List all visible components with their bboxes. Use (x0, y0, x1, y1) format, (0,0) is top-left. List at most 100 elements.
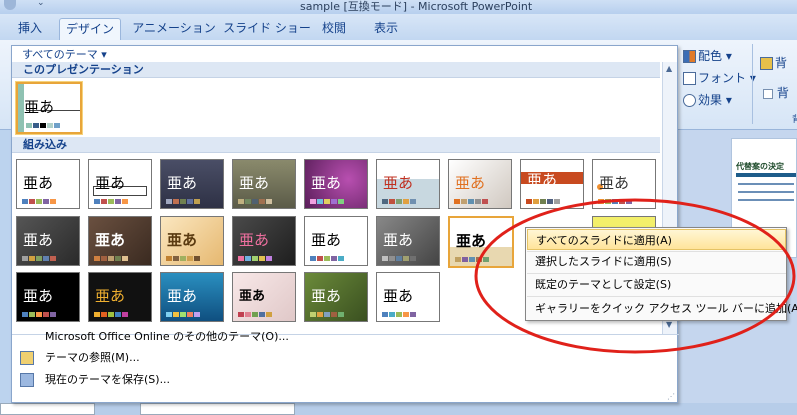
theme-sample-text: 亜あ (383, 174, 414, 192)
theme-sample-text: 亜あ (24, 98, 55, 116)
theme-sample-text: 亜あ (311, 231, 342, 249)
section-this-presentation: このプレゼンテーション (12, 62, 660, 78)
theme-swatches (166, 199, 200, 204)
theme-sample-text: 亜あ (23, 231, 54, 249)
add-gallery-to-qat-item[interactable]: ギャラリーをクイック アクセス ツール バーに追加(A) (527, 298, 797, 319)
folder-icon (20, 351, 34, 365)
ribbon-separator (752, 44, 753, 124)
theme-swatches (310, 312, 344, 317)
theme-thumbnail[interactable]: 亜あ (88, 159, 152, 209)
theme-thumbnail[interactable]: 亜あ (232, 159, 296, 209)
effects-button[interactable]: 効果 ▾ (683, 91, 732, 108)
theme-swatches (26, 123, 60, 128)
title-bar: ⌄ sample [互換モード] - Microsoft PowerPoint (0, 0, 797, 14)
theme-thumbnail[interactable]: 亜あ (304, 216, 368, 266)
theme-thumbnail[interactable]: 亜あ (592, 159, 656, 209)
status-strip (0, 403, 797, 415)
theme-sample-text: 亜あ (311, 287, 342, 305)
theme-swatches (94, 256, 128, 261)
theme-thumbnail[interactable]: 亜あ (520, 159, 584, 209)
theme-swatches (166, 312, 200, 317)
fonts-button[interactable]: フォント ▾ (683, 69, 756, 86)
theme-thumbnail[interactable]: 亜あ (448, 159, 512, 209)
theme-thumbnail[interactable]: 亜あ (16, 216, 80, 266)
effects-icon (683, 94, 696, 107)
theme-thumbnail[interactable]: 亜あ (88, 216, 152, 266)
theme-sample-text: 亜あ (167, 231, 198, 249)
office-button[interactable] (4, 0, 16, 10)
theme-sample-text: 亜あ (95, 287, 126, 305)
theme-thumbnail-hovered[interactable]: 亜あ (448, 216, 514, 268)
tab-view[interactable]: 表示 (368, 18, 404, 40)
theme-swatches (455, 257, 489, 262)
theme-sample-text: 亜あ (239, 289, 266, 304)
theme-sample-text: 亜あ (599, 174, 630, 192)
slide-line (738, 199, 794, 201)
slide-thumbnail-bottom[interactable] (140, 403, 295, 415)
theme-sample-text: 亜あ (95, 174, 126, 192)
set-default-theme-item[interactable]: 既定のテーマとして設定(S) (527, 274, 786, 295)
theme-sample-text: 亜あ (167, 287, 198, 305)
slide-bar (736, 173, 796, 177)
browse-themes-item[interactable]: テーマの参照(M)... (12, 347, 679, 369)
theme-swatches (310, 256, 344, 261)
tab-insert[interactable]: 挿入 (10, 18, 50, 40)
theme-swatches (22, 312, 56, 317)
save-current-theme-item[interactable]: 現在のテーマを保存(S)... (12, 369, 679, 391)
theme-swatches (526, 199, 560, 204)
theme-sample-text: 亜あ (23, 287, 54, 305)
apply-to-all-slides-item[interactable]: すべてのスライドに適用(A) (527, 229, 786, 250)
theme-swatches (238, 312, 272, 317)
save-theme-icon (20, 373, 34, 387)
window-title: sample [互換モード] - Microsoft PowerPoint (300, 0, 533, 13)
theme-swatches (238, 256, 272, 261)
theme-thumbnail[interactable]: 亜あ (16, 159, 80, 209)
theme-thumbnail[interactable]: 亜あ (232, 216, 296, 266)
theme-thumbnail[interactable]: 亜あ (376, 272, 440, 322)
theme-sample-text: 亜あ (23, 174, 54, 192)
theme-swatches (238, 199, 272, 204)
hide-background-checkbox[interactable]: 背 (763, 84, 789, 101)
resize-grip-icon[interactable]: ⋰ (667, 392, 675, 401)
scroll-up-icon[interactable]: ▲ (666, 64, 672, 73)
apply-to-selected-slides-item[interactable]: 選択したスライドに適用(S) (527, 251, 786, 272)
colors-button[interactable]: 配色 ▾ (683, 47, 732, 64)
theme-swatches (598, 199, 632, 204)
slide-heading: 代替案の決定 (736, 162, 784, 171)
theme-thumbnail[interactable]: 亜あ (160, 216, 224, 266)
theme-thumbnail[interactable]: 亜あ (304, 159, 368, 209)
quick-access-dropdown-icon[interactable]: ⌄ (37, 0, 45, 8)
context-separator (527, 296, 786, 297)
theme-thumbnail[interactable]: 亜あ (232, 272, 296, 322)
theme-thumbnail[interactable]: 亜あ (304, 272, 368, 322)
background-styles-button[interactable]: 背 (760, 54, 787, 71)
theme-sample-text: 亜あ (527, 171, 558, 189)
theme-swatches (382, 256, 416, 261)
theme-thumbnail-current[interactable]: 亜あ (16, 82, 82, 134)
slide-thumbnail-bottom[interactable] (0, 403, 95, 415)
theme-sample-text: 亜あ (383, 287, 414, 305)
theme-thumbnail[interactable]: 亜あ (16, 272, 80, 322)
theme-swatches (310, 199, 344, 204)
background-styles-icon (760, 57, 773, 70)
more-themes-online-item[interactable]: Microsoft Office Online のその他のテーマ(O)... (12, 326, 679, 348)
theme-context-menu: すべてのスライドに適用(A) 選択したスライドに適用(S) 既定のテーマとして設… (525, 227, 797, 321)
theme-sample-text: 亜あ (383, 231, 414, 249)
theme-thumbnail[interactable]: 亜あ (376, 216, 440, 266)
theme-swatches (94, 312, 128, 317)
theme-thumbnail[interactable]: 亜あ (160, 272, 224, 322)
theme-thumbnail[interactable]: 亜あ (88, 272, 152, 322)
tab-animation[interactable]: アニメーション (130, 18, 218, 40)
all-themes-dropdown[interactable]: すべてのテーマ ▾ (22, 46, 107, 62)
theme-swatches (94, 199, 128, 204)
tab-design[interactable]: デザイン (59, 18, 121, 40)
theme-thumbnail[interactable]: 亜あ (376, 159, 440, 209)
fonts-icon (683, 72, 696, 85)
theme-swatches (166, 256, 200, 261)
tab-slideshow[interactable]: スライド ショー (222, 18, 312, 40)
theme-thumbnail[interactable]: 亜あ (160, 159, 224, 209)
tab-review[interactable]: 校閲 (316, 18, 352, 40)
section-built-in: 組み込み (12, 137, 660, 153)
theme-sample-text: 亜あ (455, 174, 486, 192)
theme-swatches (382, 199, 416, 204)
